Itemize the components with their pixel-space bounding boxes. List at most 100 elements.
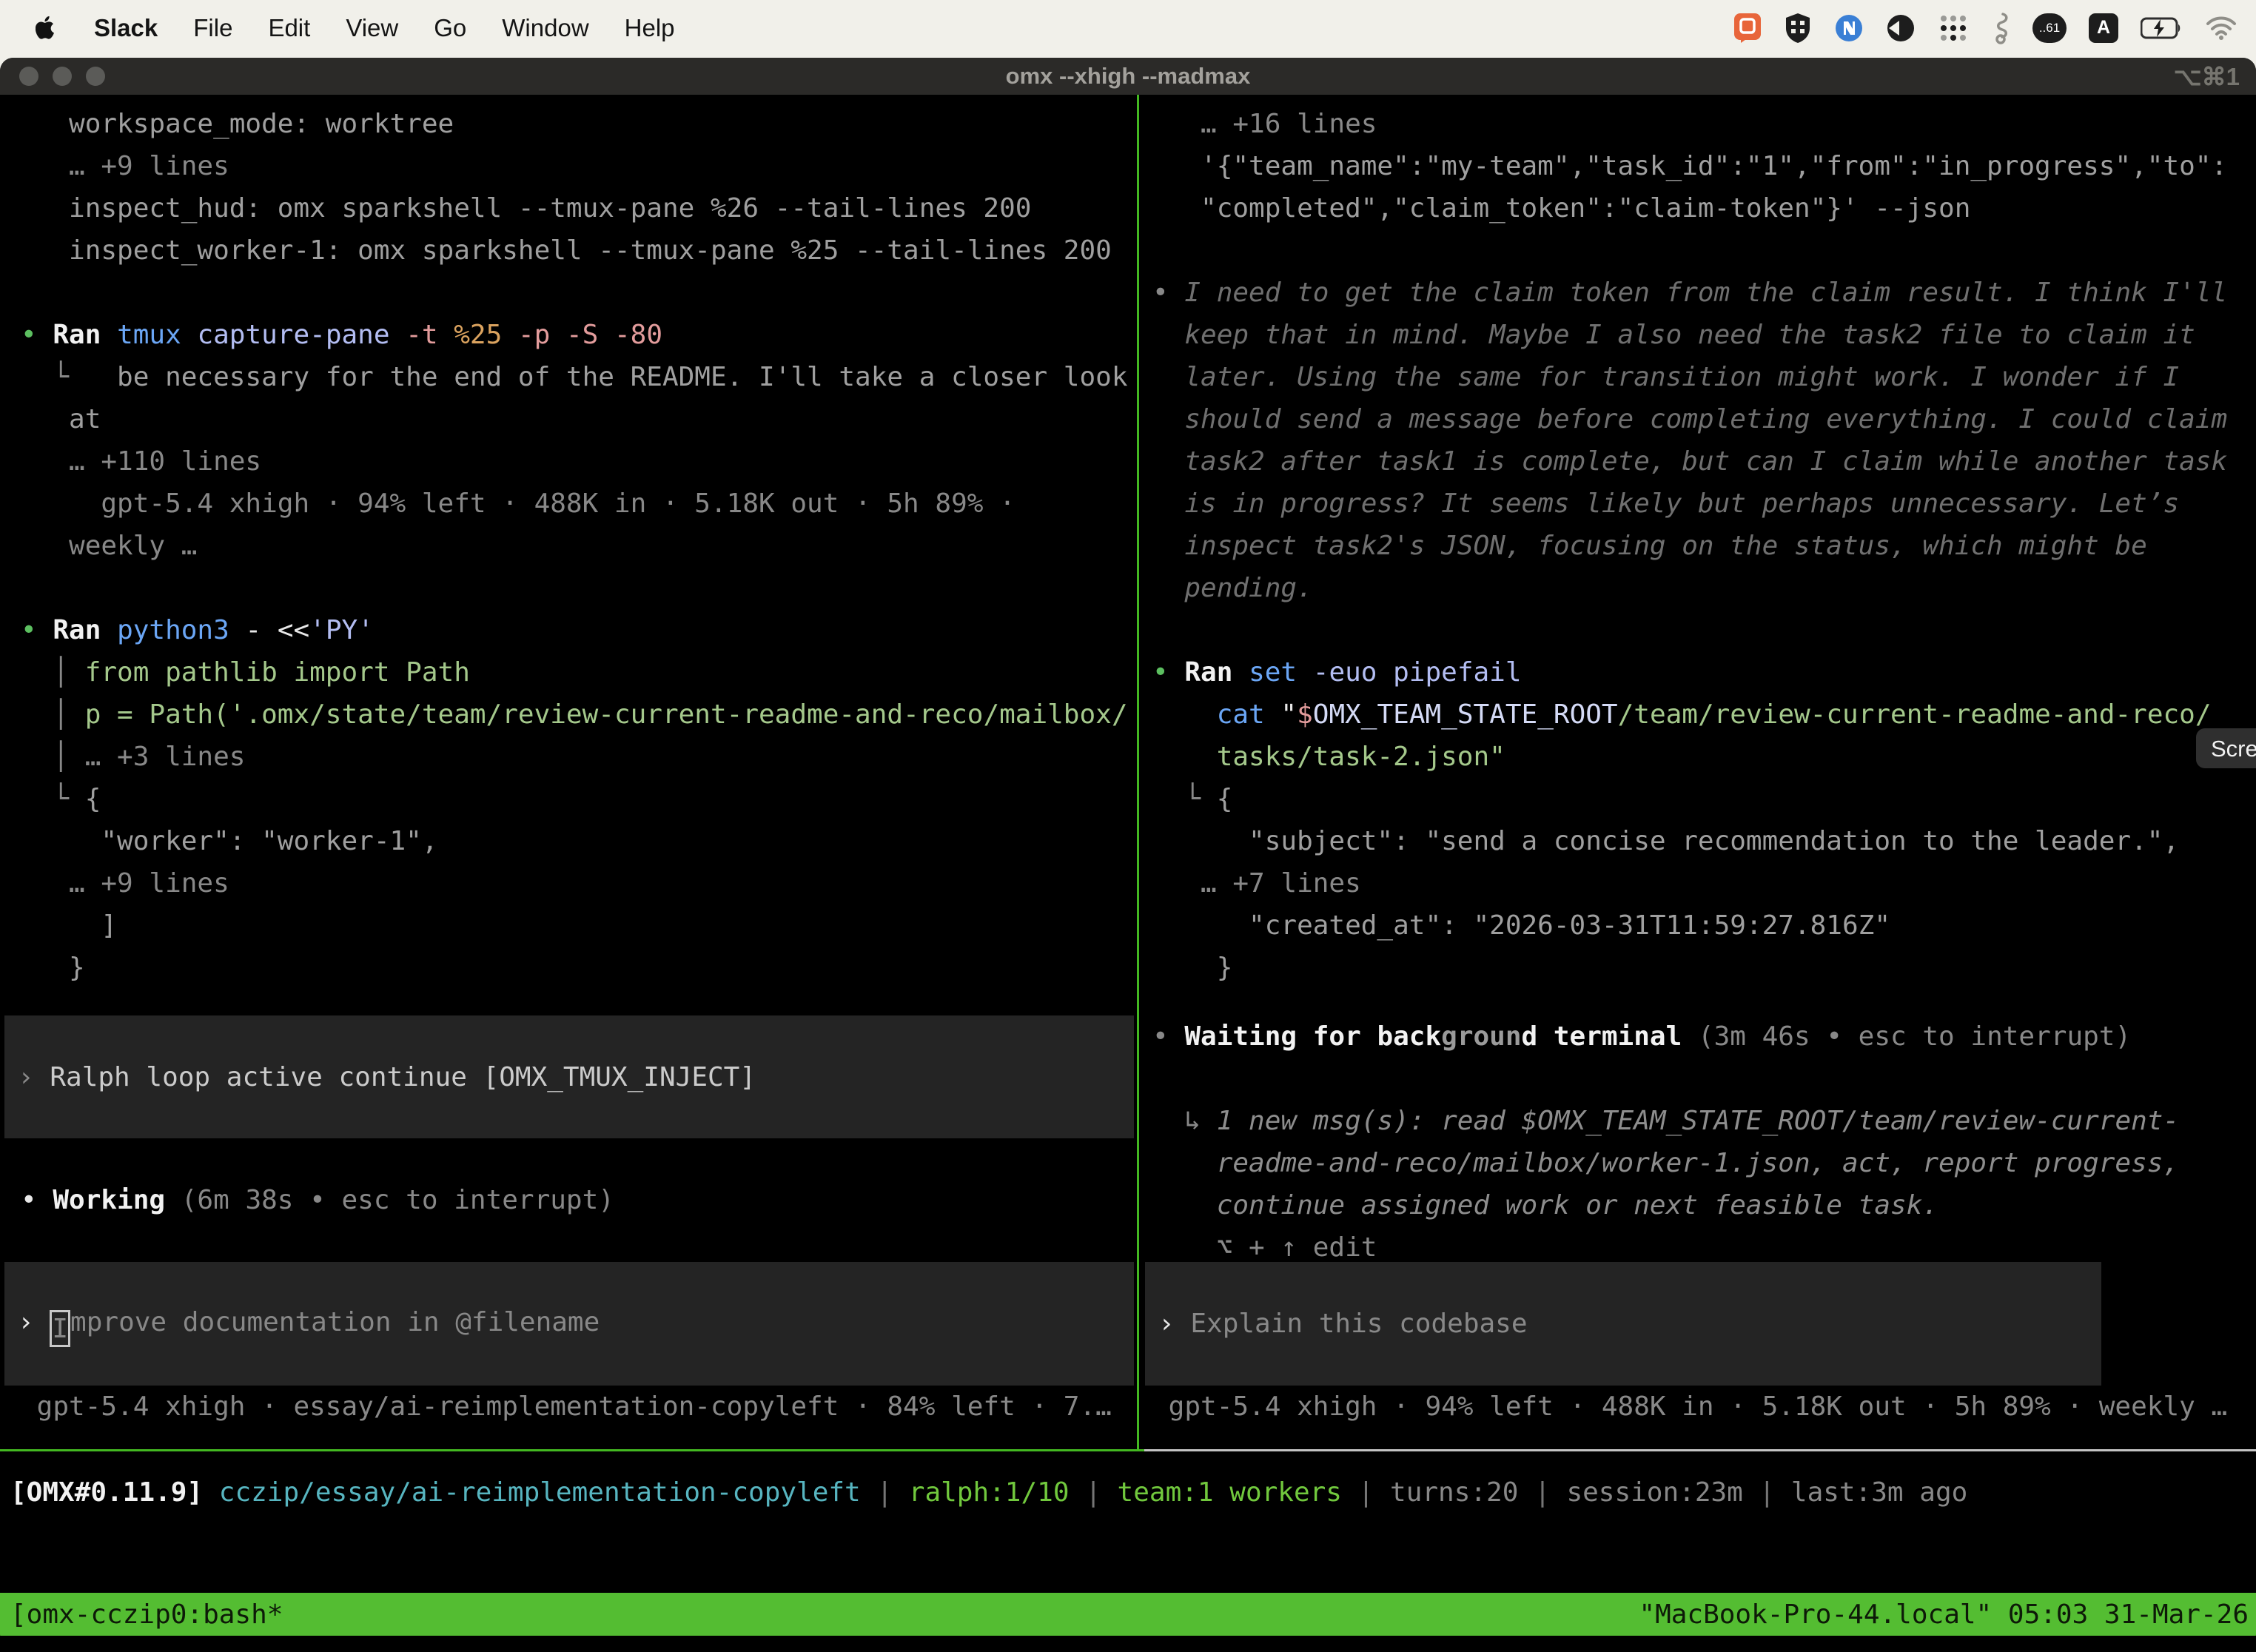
window-titlebar[interactable]: omx --xhigh --madmax ⌥⌘1: [0, 58, 2256, 95]
terminal-text: set: [1249, 657, 1313, 688]
terminal-text: capture-pane: [197, 320, 406, 350]
menu-bar-status-icons: ..61 A: [1733, 12, 2256, 44]
terminal-line: "created_at": "2026-03-31T11:59:27.816Z": [1152, 904, 2256, 947]
terminal-text: … +9 lines: [21, 151, 229, 181]
terminal-text: … +16 lines: [1152, 109, 1377, 139]
terminal-line: gpt-5.4 xhigh · essay/ai-reimplementatio…: [21, 1386, 1112, 1428]
terminal-text: }: [1152, 953, 1232, 983]
terminal-line: › Ralph loop active continue [OMX_TMUX_I…: [18, 1056, 756, 1098]
input-source-icon[interactable]: A: [2089, 13, 2118, 43]
menu-item-go[interactable]: Go: [416, 14, 484, 42]
terminal-text: |: [1743, 1477, 1791, 1508]
battery-icon[interactable]: [2141, 17, 2183, 39]
worker-prompt-input[interactable]: › Explain this codebase: [1145, 1262, 2101, 1386]
terminal-line: '{"team_name":"my-team","task_id":"1","f…: [1152, 145, 2256, 187]
badge-61-icon[interactable]: ..61: [2032, 13, 2067, 43]
terminal-text: ↳: [1152, 1106, 1217, 1136]
terminal-line: inspect_hud: omx sparkshell --tmux-pane …: [21, 187, 1137, 229]
leader-pane[interactable]: workspace_mode: worktree … +9 lines insp…: [0, 95, 1137, 1449]
terminal-text: "worker": "worker-1",: [21, 826, 438, 856]
terminal-text: be necessary for the end of the README. …: [117, 362, 1127, 392]
terminal-line: at: [21, 398, 1137, 440]
terminal-line: weekly …: [21, 525, 1137, 567]
screen-tooltip-label: Scre: [2211, 728, 2256, 770]
terminal-text: inspect_hud: omx sparkshell --tmux-pane …: [21, 193, 1031, 224]
terminal-text: Ran: [1184, 657, 1249, 688]
tmux-window-label[interactable]: [omx-cczip0:bash*: [0, 1594, 283, 1636]
leader-prompt-input[interactable]: › Improve documentation in @filename: [4, 1262, 1134, 1386]
terminal-line: "completed","claim_token":"claim-token"}…: [1152, 187, 2256, 229]
menu-item-edit[interactable]: Edit: [250, 14, 328, 42]
terminal-text: 1 new msg(s): read $OMX_TEAM_STATE_ROOT/…: [1217, 1106, 2179, 1136]
terminal-line: task2 after task1 is complete, but can I…: [1152, 440, 2256, 483]
menu-item-help[interactable]: Help: [607, 14, 693, 42]
terminal-text: /team/review-current-readme-and-reco/: [1618, 699, 2212, 730]
menu-item-file[interactable]: File: [175, 14, 250, 42]
terminal-text: •: [1152, 278, 1184, 308]
leader-model-status: gpt-5.4 xhigh · essay/ai-reimplementatio…: [21, 1386, 1112, 1428]
terminal-line: pending.: [1152, 567, 2256, 609]
meeting-icon[interactable]: [1886, 13, 1916, 43]
terminal-line: • I need to get the claim token from the…: [1152, 272, 2256, 314]
terminal-line: "subject": "send a concise recommendatio…: [1152, 820, 2256, 862]
terminal-line: gpt-5.4 xhigh · 94% left · 488K in · 5.1…: [21, 483, 1137, 525]
terminal-text: turns:20: [1390, 1477, 1518, 1508]
terminal-text: inspect task2's JSON, focusing on the st…: [1152, 531, 2147, 561]
terminal-text: OMX_TEAM_STATE_ROOT: [1313, 699, 1618, 730]
terminal-text: [203, 1477, 219, 1508]
terminal-text: ›: [18, 1307, 50, 1337]
terminal-text: •: [21, 615, 53, 645]
terminal-line: … +16 lines: [1152, 103, 2256, 145]
apple-menu[interactable]: [30, 16, 76, 40]
terminal-window: omx --xhigh --madmax ⌥⌘1 workspace_mode:…: [0, 58, 2256, 1648]
terminal-line: [21, 272, 1137, 314]
leader-transcript: workspace_mode: worktree … +9 lines insp…: [0, 103, 1137, 989]
pane-divider[interactable]: [1137, 95, 1139, 1451]
terminal-line: [1152, 229, 2256, 272]
chat-icon[interactable]: [1733, 13, 1762, 44]
active-pane-border: [0, 1449, 1144, 1451]
terminal-line: ]: [21, 904, 1137, 947]
terminal-line: }: [1152, 947, 2256, 989]
terminal-text: -euo pipefail: [1313, 657, 1522, 688]
terminal-text: ": [1280, 699, 1297, 730]
terminal-text: later. Using the same for transition mig…: [1152, 362, 2179, 392]
wifi-icon[interactable]: [2206, 16, 2237, 40]
terminal-line: continue assigned work or next feasible …: [1152, 1184, 2179, 1226]
terminal-text: "completed","claim_token":"claim-token"}…: [1152, 193, 1970, 224]
hook-icon[interactable]: [1991, 12, 2010, 44]
dots-grid-icon[interactable]: [1938, 13, 1969, 44]
terminal-text: cat: [1217, 699, 1281, 730]
terminal-line: • Waiting for background terminal (3m 46…: [1152, 1015, 2179, 1058]
terminal-text: is in progress? It seems likely but perh…: [1152, 488, 2179, 519]
text-cursor: I: [50, 1310, 70, 1347]
menu-item-slack[interactable]: Slack: [76, 14, 175, 42]
terminal-text: ]: [21, 910, 117, 941]
terminal-text: ›: [18, 1062, 50, 1092]
worker-pane[interactable]: … +16 lines '{"team_name":"my-team","tas…: [1139, 95, 2256, 1449]
terminal-text: └: [21, 362, 117, 392]
menu-item-view[interactable]: View: [328, 14, 416, 42]
terminal-text: … +9 lines: [21, 868, 229, 899]
inactive-pane-border: [1144, 1449, 2256, 1451]
shield-icon[interactable]: [1784, 13, 1812, 44]
terminal-text: session:23m: [1566, 1477, 1742, 1508]
apple-logo-icon: [36, 16, 56, 40]
terminal-line: › Improve documentation in @filename: [18, 1301, 600, 1347]
terminal-text: -p -S -80: [518, 320, 662, 350]
terminal-text: from pathlib import Path: [85, 657, 470, 688]
menu-item-window[interactable]: Window: [484, 14, 606, 42]
terminal-text: should send a message before completing …: [1152, 404, 2227, 434]
terminal-text: │: [21, 742, 85, 772]
terminal-text: Working: [53, 1185, 181, 1215]
window-title: omx --xhigh --madmax: [0, 63, 2256, 90]
terminal-line: │ from pathlib import Path: [21, 651, 1137, 694]
terminal-line: └ be necessary for the end of the README…: [21, 356, 1137, 398]
terminal-line: • Ran python3 - <<'PY': [21, 609, 1137, 651]
terminal-line: [1152, 1058, 2179, 1100]
bolt-icon[interactable]: [1834, 13, 1864, 43]
terminal-line: workspace_mode: worktree: [21, 103, 1137, 145]
terminal-line: should send a message before completing …: [1152, 398, 2256, 440]
terminal-text: gpt-5.4 xhigh · 94% left · 488K in · 5.1…: [1152, 1391, 2227, 1422]
terminal-text: (3m 46s • esc to interrupt): [1682, 1021, 2131, 1052]
